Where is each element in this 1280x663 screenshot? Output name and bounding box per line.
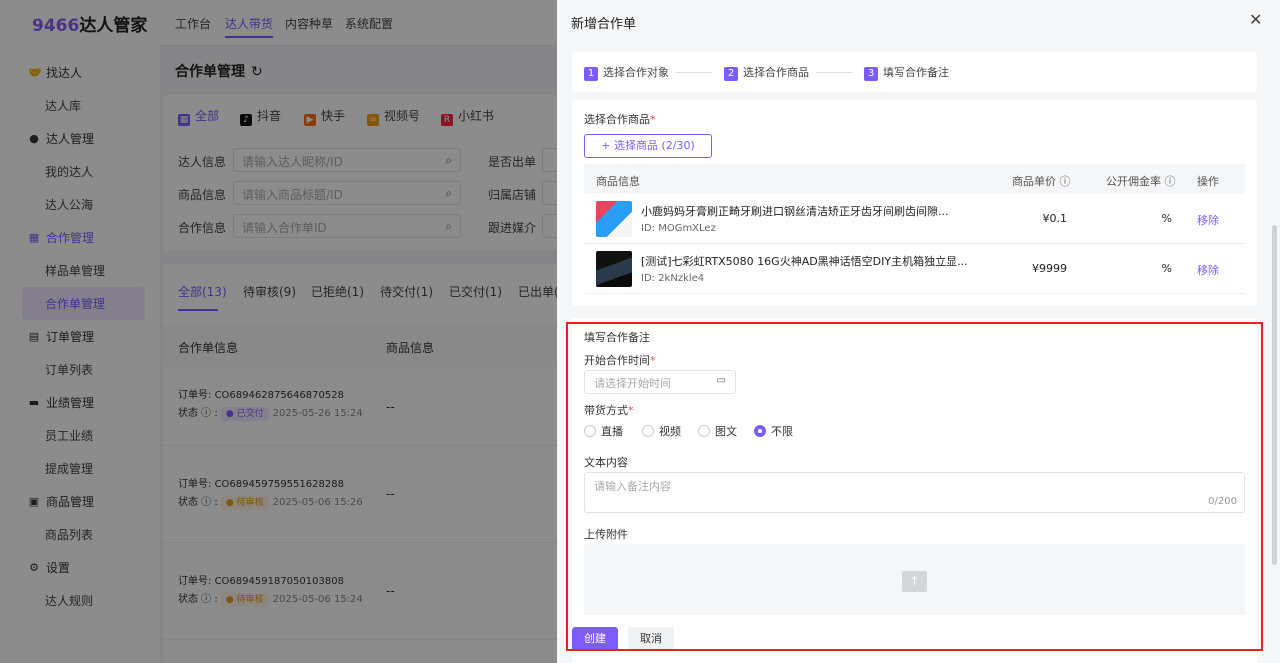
steps-bar: 1 选择合作对象 2 选择合作商品 3 填写合作备注 [572, 52, 1257, 92]
product-section: 选择合作商品* + 选择商品 (2/30) 商品信息 商品单价 ⓘ 公开佣金率 … [572, 100, 1257, 306]
product-section-label: 选择合作商品* [584, 113, 656, 126]
close-icon[interactable]: ✕ [1249, 10, 1262, 29]
step-divider [676, 72, 712, 73]
app-root: 9466达人管家 🤝 找达人 达人库 ● 达人管理 我的达人 达人公海 ▦ 合作管理 … [0, 0, 1280, 663]
remove-product-link[interactable]: 移除 [1197, 262, 1219, 278]
product-id: ID: MOGmXLez [641, 223, 716, 234]
step-divider [816, 72, 852, 73]
product-row: 小鹿妈妈牙膏刷正畸牙刷进口钢丝清洁矫正牙齿牙间刷齿间隙... ID: MOGmX… [584, 194, 1245, 244]
product-thumbnail [596, 201, 632, 237]
product-table: 商品信息 商品单价 ⓘ 公开佣金率 ⓘ 操作 小鹿妈妈牙膏刷正畸牙刷进口钢丝清洁… [584, 164, 1245, 294]
select-product-button[interactable]: + 选择商品 (2/30) [584, 134, 712, 158]
product-row: [测试]七彩虹RTX5080 16G火神AD黑神话悟空DIY主机箱独立显... … [584, 244, 1245, 294]
step-2[interactable]: 2 选择合作商品 [724, 64, 809, 81]
product-id: ID: 2kNzkle4 [641, 273, 705, 284]
remove-product-link[interactable]: 移除 [1197, 212, 1219, 228]
highlight-frame [566, 322, 1263, 651]
product-thumbnail [596, 251, 632, 287]
product-commission: % [1161, 262, 1172, 275]
product-table-header: 商品信息 商品单价 ⓘ 公开佣金率 ⓘ 操作 [584, 164, 1245, 194]
drawer-title: 新增合作单 [571, 17, 637, 32]
step-3[interactable]: 3 填写合作备注 [864, 64, 949, 81]
product-name: [测试]七彩虹RTX5080 16G火神AD黑神话悟空DIY主机箱独立显... [641, 255, 968, 268]
step-1[interactable]: 1 选择合作对象 [584, 64, 669, 81]
product-commission: % [1161, 212, 1172, 225]
product-price: ¥9999 [1032, 262, 1067, 275]
product-name: 小鹿妈妈牙膏刷正畸牙刷进口钢丝清洁矫正牙齿牙间刷齿间隙... [641, 205, 949, 218]
scrollbar-thumb[interactable] [1272, 225, 1277, 565]
product-price: ¥0.1 [1042, 212, 1068, 225]
